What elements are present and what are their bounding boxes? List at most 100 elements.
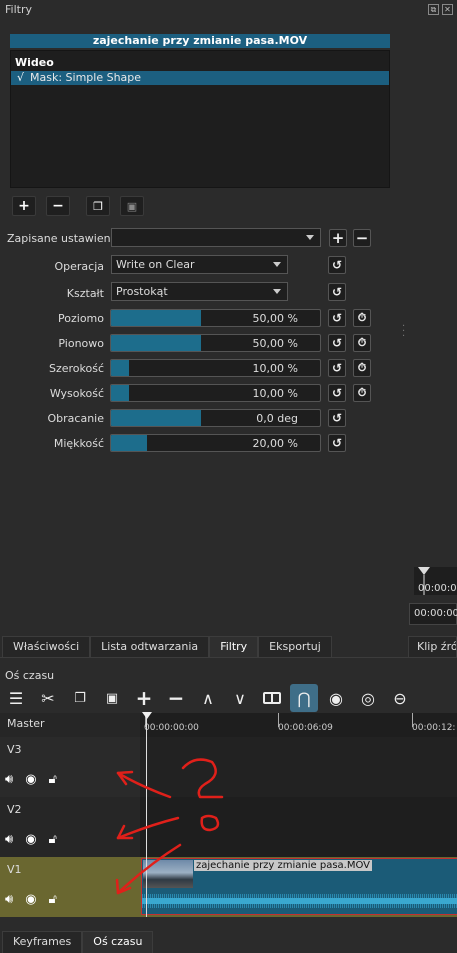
- audio-icon[interactable]: 🔊︎: [5, 832, 13, 847]
- tab-keyframes[interactable]: Keyframes: [2, 931, 83, 953]
- slider-label: Pionowo: [58, 337, 104, 350]
- operation-reset-button[interactable]: ↺: [328, 256, 346, 274]
- tab-timeline[interactable]: Oś czasu: [82, 931, 154, 953]
- slider-value[interactable]: 10,00 %: [253, 387, 298, 400]
- keyframe-stopwatch-button[interactable]: ⏱: [353, 334, 371, 352]
- delete-preset-button[interactable]: −: [353, 229, 371, 247]
- slider-fill: [111, 310, 201, 326]
- param-slider[interactable]: 50,00 %: [110, 309, 321, 327]
- copy-icon: ❐: [74, 690, 86, 706]
- eye-icon[interactable]: ◉: [25, 832, 36, 847]
- add-filter-button[interactable]: +: [12, 196, 36, 216]
- filter-enabled-checkbox[interactable]: √: [17, 71, 24, 84]
- param-slider[interactable]: 50,00 %: [110, 334, 321, 352]
- tab-filters[interactable]: Filtry: [209, 636, 259, 658]
- timeline-ruler[interactable]: 00:00:00:00 00:00:06:09 00:00:12:: [140, 713, 457, 737]
- zoom-out-icon: ⊖: [393, 688, 407, 708]
- slider-fill: [111, 385, 129, 401]
- tab-properties[interactable]: Właściwości: [2, 636, 91, 658]
- param-slider[interactable]: 10,00 %: [110, 359, 321, 377]
- slider-value[interactable]: 50,00 %: [253, 312, 298, 325]
- tab-source-clip[interactable]: Klip źród: [408, 636, 457, 658]
- float-icon[interactable]: ⧉: [428, 4, 439, 15]
- filter-item[interactable]: √ Mask: Simple Shape: [11, 71, 389, 85]
- playhead-line[interactable]: [146, 713, 147, 917]
- slider-value[interactable]: 0,0 deg: [256, 412, 298, 425]
- split-button[interactable]: [256, 684, 288, 712]
- shape-label: Kształt: [66, 287, 104, 300]
- presets-combo[interactable]: [111, 228, 321, 247]
- slider-value[interactable]: 20,00 %: [253, 437, 298, 450]
- timecode-2[interactable]: 00:00:00: [409, 603, 457, 625]
- reset-button[interactable]: ↺: [328, 309, 346, 327]
- copy-button[interactable]: ❐: [64, 684, 96, 712]
- reset-button[interactable]: ↺: [328, 434, 346, 452]
- keyframe-stopwatch-button[interactable]: ⏱: [353, 309, 371, 327]
- slider-label: Obracanie: [47, 412, 105, 425]
- shape-reset-button[interactable]: ↺: [328, 283, 346, 301]
- plus-icon: +: [135, 686, 153, 710]
- eye-icon[interactable]: ◉: [25, 772, 36, 787]
- reset-button[interactable]: ↺: [328, 384, 346, 402]
- zoom-out-button[interactable]: ⊖: [384, 684, 416, 712]
- timeline-title: Oś czasu: [5, 669, 55, 682]
- playhead-handle[interactable]: [142, 712, 152, 719]
- splitter-handle[interactable]: · · ·: [402, 322, 405, 342]
- tab-export[interactable]: Eksportuj: [258, 636, 332, 658]
- tab-playlist[interactable]: Lista odtwarzania: [90, 636, 210, 658]
- param-slider[interactable]: 10,00 %: [110, 384, 321, 402]
- append-button[interactable]: +: [128, 684, 160, 712]
- save-preset-button[interactable]: +: [329, 229, 347, 247]
- reset-button[interactable]: ↺: [328, 334, 346, 352]
- copy-icon: ❐: [93, 199, 103, 213]
- slider-label: Poziomo: [58, 312, 104, 325]
- timeline-toolbar: ☰ ✂ ❐ ▣ + − ∧ ∨ ⋂ ◉ ◎ ⊖: [0, 683, 457, 713]
- master-header: Master: [0, 713, 140, 737]
- timeline-bottom-tabs: Keyframes Oś czasu: [2, 931, 154, 953]
- filter-list[interactable]: Wideo √ Mask: Simple Shape: [10, 50, 390, 188]
- snap-button[interactable]: ⋂: [290, 684, 318, 712]
- clip-title: zajechanie przy zmianie pasa.MOV: [10, 34, 390, 48]
- copy-filter-button[interactable]: ❐: [86, 196, 110, 216]
- audio-icon[interactable]: 🔊︎: [5, 772, 13, 787]
- scrub-button[interactable]: ◉: [320, 684, 352, 712]
- reset-button[interactable]: ↺: [328, 359, 346, 377]
- audio-waveform: [142, 894, 457, 908]
- param-slider[interactable]: 0,0 deg: [110, 409, 321, 427]
- keyframe-stopwatch-button[interactable]: ⏱: [353, 384, 371, 402]
- eye-icon: ◉: [329, 688, 343, 708]
- clip-thumbnail: [143, 860, 193, 888]
- paste-filter-button[interactable]: ▣: [120, 196, 144, 216]
- reset-button[interactable]: ↺: [328, 409, 346, 427]
- paste-button[interactable]: ▣: [96, 684, 128, 712]
- split-icon: [263, 692, 281, 704]
- timeline-clip[interactable]: zajechanie przy zmianie pasa.MOV: [141, 858, 457, 915]
- shape-combo[interactable]: Prostokąt: [111, 282, 288, 301]
- close-icon[interactable]: ✕: [442, 4, 453, 15]
- remove-filter-button[interactable]: −: [46, 196, 70, 216]
- track-v1[interactable]: V1 🔊︎ ◉ 🔓︎ zajechanie przy zmianie pasa.MO…: [0, 857, 457, 917]
- filter-section-video: Wideo: [15, 56, 54, 69]
- lift-button[interactable]: ∧: [192, 684, 224, 712]
- track-v2[interactable]: V2 🔊︎ ◉ 🔓︎: [0, 797, 457, 857]
- slider-value[interactable]: 10,00 %: [253, 362, 298, 375]
- param-slider[interactable]: 20,00 %: [110, 434, 321, 452]
- ripple-button[interactable]: ◎: [352, 684, 384, 712]
- dock-title: Filtry: [5, 3, 32, 16]
- keyframe-stopwatch-button[interactable]: ⏱: [353, 359, 371, 377]
- cut-button[interactable]: ✂: [32, 684, 64, 712]
- paste-icon: ▣: [126, 199, 138, 213]
- remove-button[interactable]: −: [160, 684, 192, 712]
- lock-icon[interactable]: 🔓︎: [49, 892, 57, 907]
- audio-icon[interactable]: 🔊︎: [5, 892, 13, 907]
- overwrite-button[interactable]: ∨: [224, 684, 256, 712]
- menu-button[interactable]: ☰: [0, 684, 32, 712]
- eye-icon[interactable]: ◉: [25, 892, 36, 907]
- track-v3[interactable]: V3 🔊︎ ◉ 🔓︎: [0, 737, 457, 797]
- magnet-icon: ⋂: [297, 688, 311, 708]
- operation-combo[interactable]: Write on Clear: [111, 255, 288, 274]
- scissors-icon: ✂: [41, 688, 55, 708]
- slider-value[interactable]: 50,00 %: [253, 337, 298, 350]
- lock-icon[interactable]: 🔓︎: [49, 772, 57, 787]
- lock-icon[interactable]: 🔓︎: [49, 832, 57, 847]
